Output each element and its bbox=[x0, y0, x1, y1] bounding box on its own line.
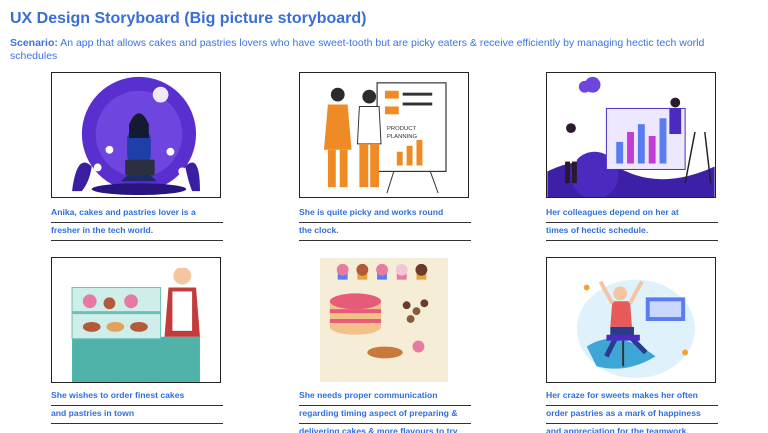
storyboard-panel-4 bbox=[51, 257, 221, 383]
caption-line: Her craze for sweets makes her often bbox=[546, 388, 718, 406]
caption-line: the clock. bbox=[299, 223, 471, 241]
svg-text:PLANNING: PLANNING bbox=[387, 134, 418, 140]
panel-3-caption: Her colleagues depend on her at times of… bbox=[546, 205, 718, 241]
storyboard-panel-6 bbox=[546, 257, 716, 383]
caption-line: and appreciation for the teamwork. bbox=[546, 424, 718, 433]
caption-line: Her colleagues depend on her at bbox=[546, 205, 718, 223]
cakes-and-cupcakes-illustration bbox=[320, 258, 448, 382]
panel-4-caption: She wishes to order finest cakes and pas… bbox=[51, 388, 223, 424]
caption-line: She is quite picky and works round bbox=[299, 205, 471, 223]
storyboard-panel-3 bbox=[546, 72, 716, 198]
panel-5-caption: She needs proper communication regarding… bbox=[299, 388, 471, 433]
caption-line: She needs proper communication bbox=[299, 388, 471, 406]
panel-6-caption: Her craze for sweets makes her often ord… bbox=[546, 388, 718, 433]
caption-line: and pastries in town bbox=[51, 406, 223, 424]
caption-line: She wishes to order finest cakes bbox=[51, 388, 223, 406]
pastry-shop-counter-illustration bbox=[71, 262, 200, 382]
colleagues-at-dashboard-illustration bbox=[547, 76, 715, 197]
caption-line: regarding timing aspect of preparing & bbox=[299, 406, 471, 424]
scenario-label: Scenario: bbox=[10, 37, 58, 49]
product-planning-board-illustration: PRODUCT PLANNING bbox=[323, 82, 447, 194]
storyboard-panel-5 bbox=[299, 257, 469, 383]
page-title: UX Design Storyboard (Big picture storyb… bbox=[10, 10, 367, 27]
scenario-body: An app that allows cakes and pastries lo… bbox=[10, 37, 705, 62]
panel-1-caption: Anika, cakes and pastries lover is a fre… bbox=[51, 205, 223, 241]
caption-line: delivering cakes & more flavours to try bbox=[299, 424, 471, 433]
scenario-text: Scenario: An app that allows cakes and p… bbox=[10, 37, 750, 63]
excited-person-on-chair-illustration bbox=[576, 279, 695, 379]
storyboard-panel-2: PRODUCT PLANNING bbox=[299, 72, 469, 198]
panel-2-caption: She is quite picky and works round the c… bbox=[299, 205, 471, 241]
caption-line: times of hectic schedule. bbox=[546, 223, 718, 241]
storyboard-panel-1 bbox=[51, 72, 221, 198]
caption-line: order pastries as a mark of happiness bbox=[546, 406, 718, 424]
caption-line: fresher in the tech world. bbox=[51, 223, 223, 241]
caption-line: Anika, cakes and pastries lover is a bbox=[51, 205, 223, 223]
svg-text:PRODUCT: PRODUCT bbox=[387, 126, 417, 132]
woman-with-laptop-illustration bbox=[72, 76, 200, 196]
